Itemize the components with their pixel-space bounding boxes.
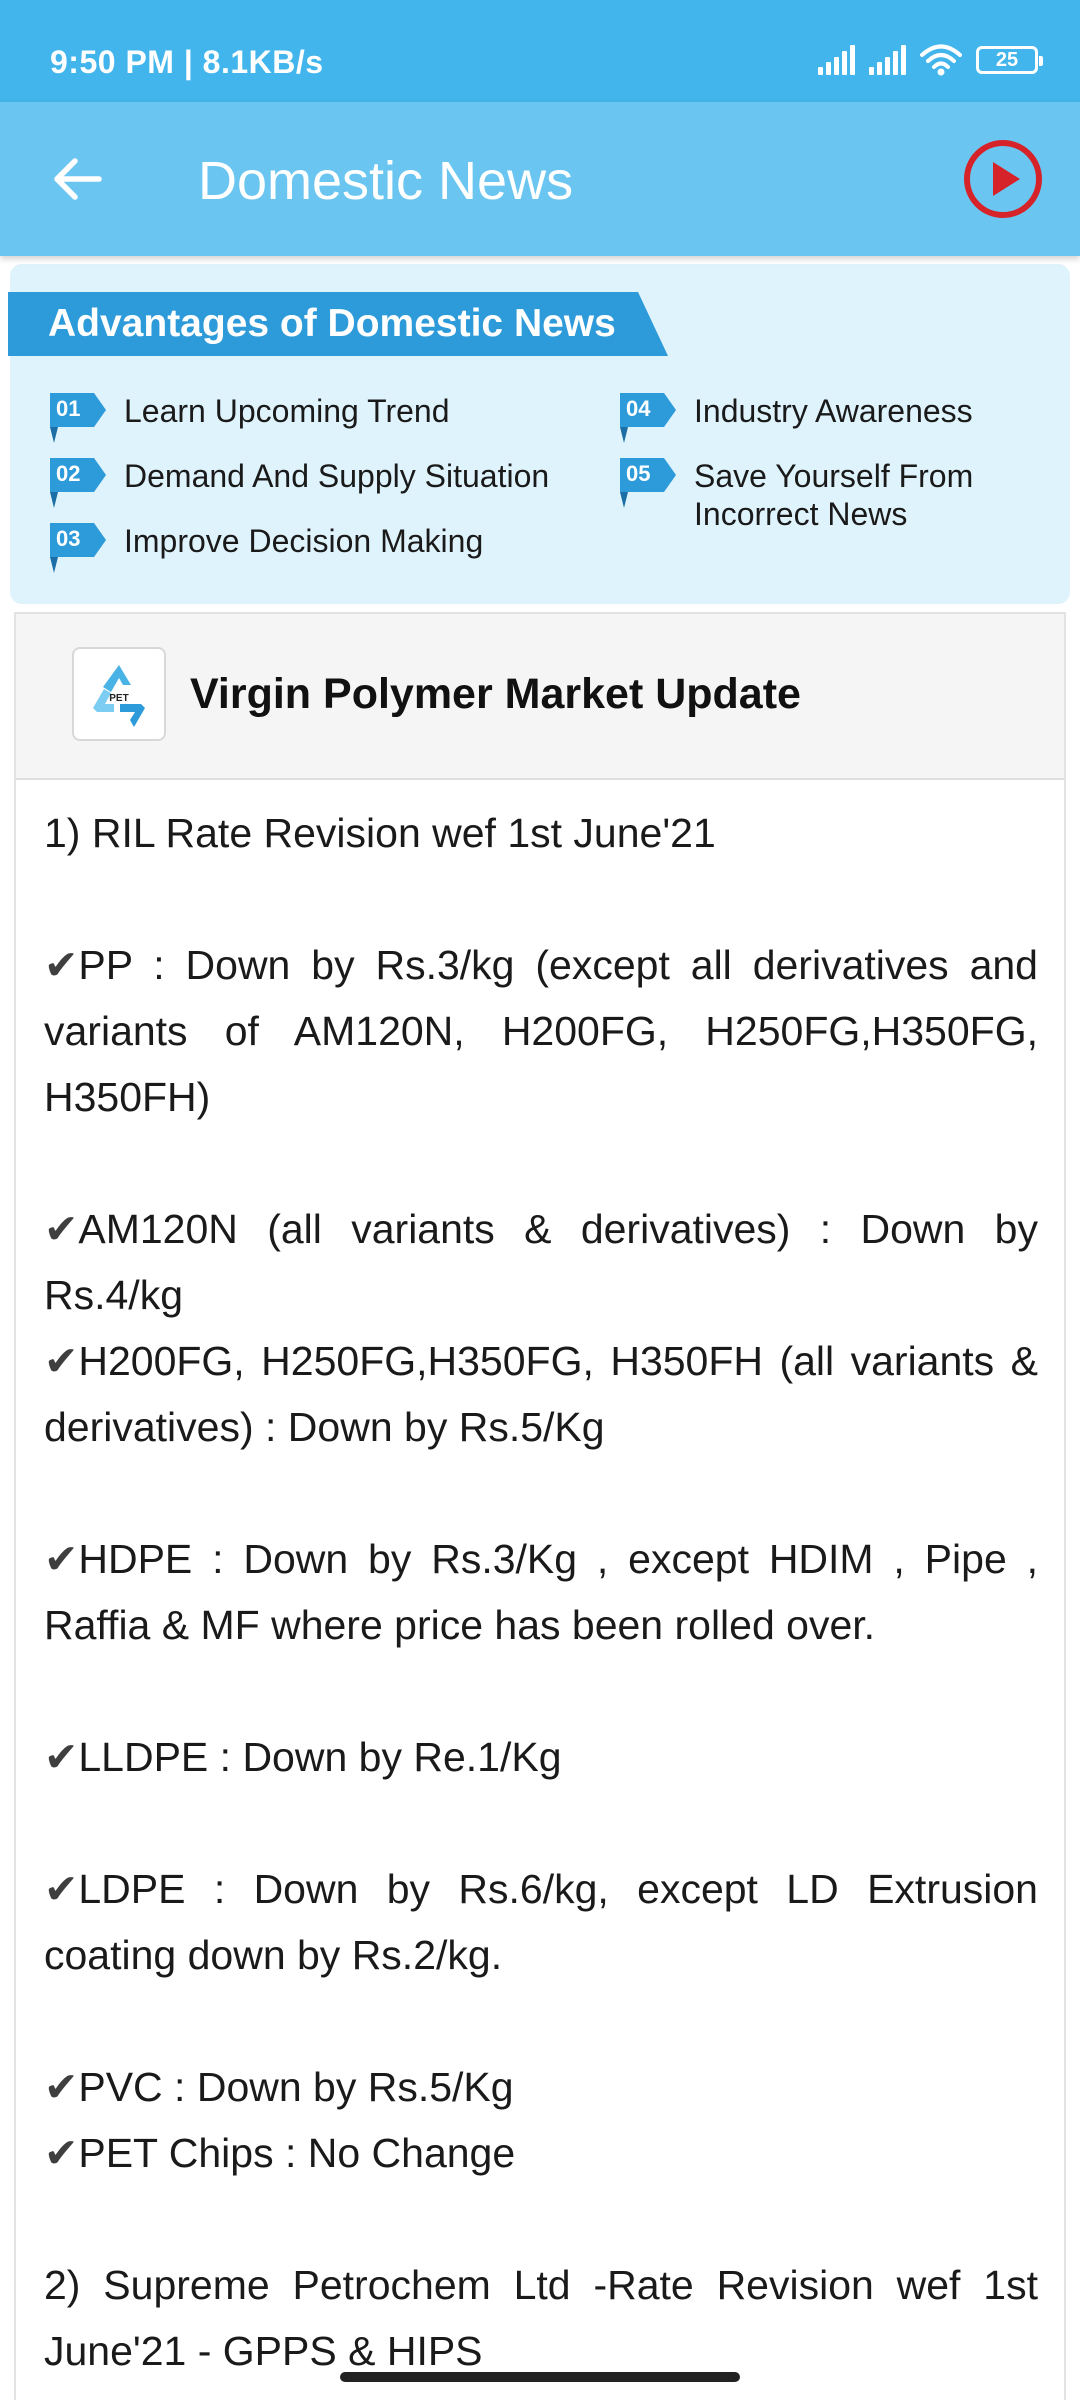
check-icon: ✔ (44, 1338, 79, 1384)
check-icon: ✔ (44, 2064, 79, 2110)
recycle-icon: PET (93, 665, 145, 727)
battery-icon: 25 (976, 46, 1043, 74)
number-badge: 04 (620, 393, 676, 443)
status-icons: 25 (818, 44, 1043, 76)
check-icon: ✔ (44, 1536, 79, 1582)
number-badge: 03 (50, 523, 106, 573)
news-paragraph: ✔HDPE : Down by Rs.3/Kg , except HDIM , … (44, 1536, 1038, 1648)
news-paragraph: ✔PP : Down by Rs.3/kg (except all deriva… (44, 942, 1038, 1120)
advantage-item: 03 Improve Decision Making (50, 522, 484, 573)
advantage-label: Improve Decision Making (124, 523, 484, 559)
advantage-item: 04 Industry Awareness (620, 392, 973, 443)
advantage-label: Learn Upcoming Trend (124, 393, 450, 429)
play-circle-icon (964, 140, 1042, 218)
number-badge: 01 (50, 393, 106, 443)
check-icon: ✔ (44, 2130, 79, 2176)
signal-icon (869, 45, 906, 75)
play-button[interactable] (962, 138, 1044, 220)
battery-level: 25 (995, 48, 1019, 71)
news-card: PET Virgin Polymer Market Update 1) RIL … (14, 612, 1066, 2400)
news-paragraph: 1) RIL Rate Revision wef 1st June'21 (44, 810, 716, 856)
home-indicator[interactable] (340, 2372, 740, 2382)
news-paragraph: ✔PET Chips : No Change (44, 2130, 516, 2176)
check-icon: ✔ (44, 942, 79, 988)
news-title: Virgin Polymer Market Update (190, 670, 801, 718)
check-icon: ✔ (44, 1206, 79, 1252)
news-header[interactable]: PET Virgin Polymer Market Update (16, 614, 1064, 780)
check-icon: ✔ (44, 1866, 79, 1912)
wifi-icon (920, 44, 962, 76)
advantage-label: Demand And Supply Situation (124, 458, 550, 494)
arrow-left-icon (54, 158, 102, 200)
pet-recycle-logo: PET (72, 647, 166, 741)
advantages-banner: Advantages of Domestic News 01 Learn Upc… (8, 264, 1070, 604)
status-time-speed: 9:50 PM | 8.1KB/s (50, 44, 324, 80)
app-screen: 9:50 PM | 8.1KB/s 25 Domestic News Advan… (0, 0, 1080, 2400)
page-title: Domestic News (198, 151, 574, 211)
news-paragraph: ✔H200FG, H250FG,H350FG, H350FH (all vari… (44, 1338, 1038, 1450)
number-badge: 02 (50, 458, 106, 508)
svg-text:PET: PET (109, 693, 128, 704)
news-paragraph: ✔LDPE : Down by Rs.6/kg, except LD Extru… (44, 1866, 1038, 1978)
news-body: 1) RIL Rate Revision wef 1st June'21 ✔PP… (44, 800, 1038, 2384)
news-paragraph: ✔AM120N (all variants & derivatives) : D… (44, 1206, 1038, 1318)
signal-icon (818, 45, 855, 75)
news-paragraph: ✔LLDPE : Down by Re.1/Kg (44, 1734, 562, 1780)
check-icon: ✔ (44, 1734, 79, 1780)
app-bar: Domestic News (0, 102, 1080, 256)
news-paragraph: ✔PVC : Down by Rs.5/Kg (44, 2064, 514, 2110)
advantage-item: 05 Save Yourself From Incorrect News (620, 457, 1000, 533)
number-badge: 05 (620, 458, 676, 508)
advantage-item: 02 Demand And Supply Situation (50, 457, 550, 508)
status-bar: 9:50 PM | 8.1KB/s 25 (0, 0, 1080, 102)
advantage-label: Industry Awareness (694, 393, 973, 429)
advantage-item: 01 Learn Upcoming Trend (50, 392, 450, 443)
news-paragraph: 2) Supreme Petrochem Ltd -Rate Revision … (44, 2262, 1038, 2374)
back-button[interactable] (40, 142, 114, 216)
advantage-label: Save Yourself From Incorrect News (694, 458, 974, 532)
advantages-heading: Advantages of Domestic News (8, 292, 668, 356)
